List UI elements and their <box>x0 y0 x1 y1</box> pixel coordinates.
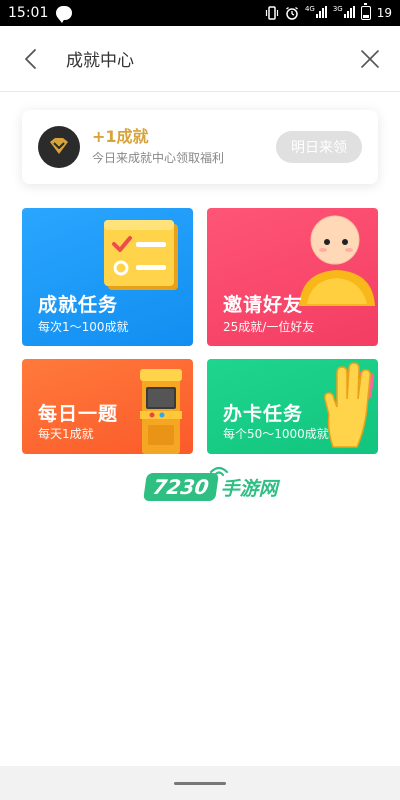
achievement-badge-icon <box>38 126 80 168</box>
system-navigation-bar <box>0 766 400 800</box>
task-subtitle: 每天1成就 <box>38 427 94 441</box>
watermark-number: 7230 <box>143 473 219 501</box>
daily-reward-card: +1成就 今日来成就中心领取福利 明日来领 <box>22 110 378 184</box>
network-type-1: 4G <box>304 4 315 13</box>
home-indicator[interactable] <box>174 781 226 785</box>
task-tile-card[interactable]: 办卡任务 每个50～1000成就 <box>207 359 378 454</box>
task-tile-invite[interactable]: 邀请好友 25成就/一位好友 <box>207 208 378 346</box>
vibrate-icon <box>265 6 279 20</box>
character-icon <box>299 215 375 306</box>
reward-title: +1成就 <box>92 127 149 146</box>
arcade-machine-icon <box>140 369 182 454</box>
task-title: 成就任务 <box>38 294 119 316</box>
claim-tomorrow-button[interactable]: 明日来领 <box>276 131 362 163</box>
task-title: 办卡任务 <box>223 403 304 425</box>
alarm-icon <box>286 6 298 20</box>
page-title: 成就中心 <box>66 51 134 71</box>
battery-level: 19 <box>376 6 392 20</box>
status-bar: 15:01 4G 3G 19 <box>0 0 400 26</box>
chevron-left-icon <box>25 48 36 69</box>
battery-icon <box>360 3 371 20</box>
close-icon <box>361 49 379 68</box>
task-tile-achievement[interactable]: 成就任务 每次1～100成就 <box>22 208 193 346</box>
reward-subtitle: 今日来成就中心领取福利 <box>92 151 225 165</box>
task-subtitle: 每个50～1000成就 <box>223 427 329 441</box>
network-type-2: 3G <box>332 4 343 13</box>
signal-1-icon: 4G <box>304 4 327 21</box>
checklist-icon <box>104 220 178 290</box>
status-time: 15:01 <box>8 5 49 21</box>
close-button[interactable] <box>340 26 400 92</box>
task-title: 每日一题 <box>38 403 119 425</box>
header: 成就中心 <box>0 26 400 92</box>
task-tile-daily-question[interactable]: 每日一题 每天1成就 <box>22 359 193 454</box>
signal-2-icon: 3G <box>332 4 355 21</box>
watermark-logo: 7230 手游网 <box>143 466 278 504</box>
task-subtitle: 每次1～100成就 <box>38 320 129 334</box>
back-button[interactable] <box>0 26 60 92</box>
chat-notification-icon <box>56 6 73 23</box>
task-subtitle: 25成就/一位好友 <box>223 320 315 334</box>
task-title: 邀请好友 <box>223 294 304 316</box>
watermark-text: 手游网 <box>220 477 278 500</box>
